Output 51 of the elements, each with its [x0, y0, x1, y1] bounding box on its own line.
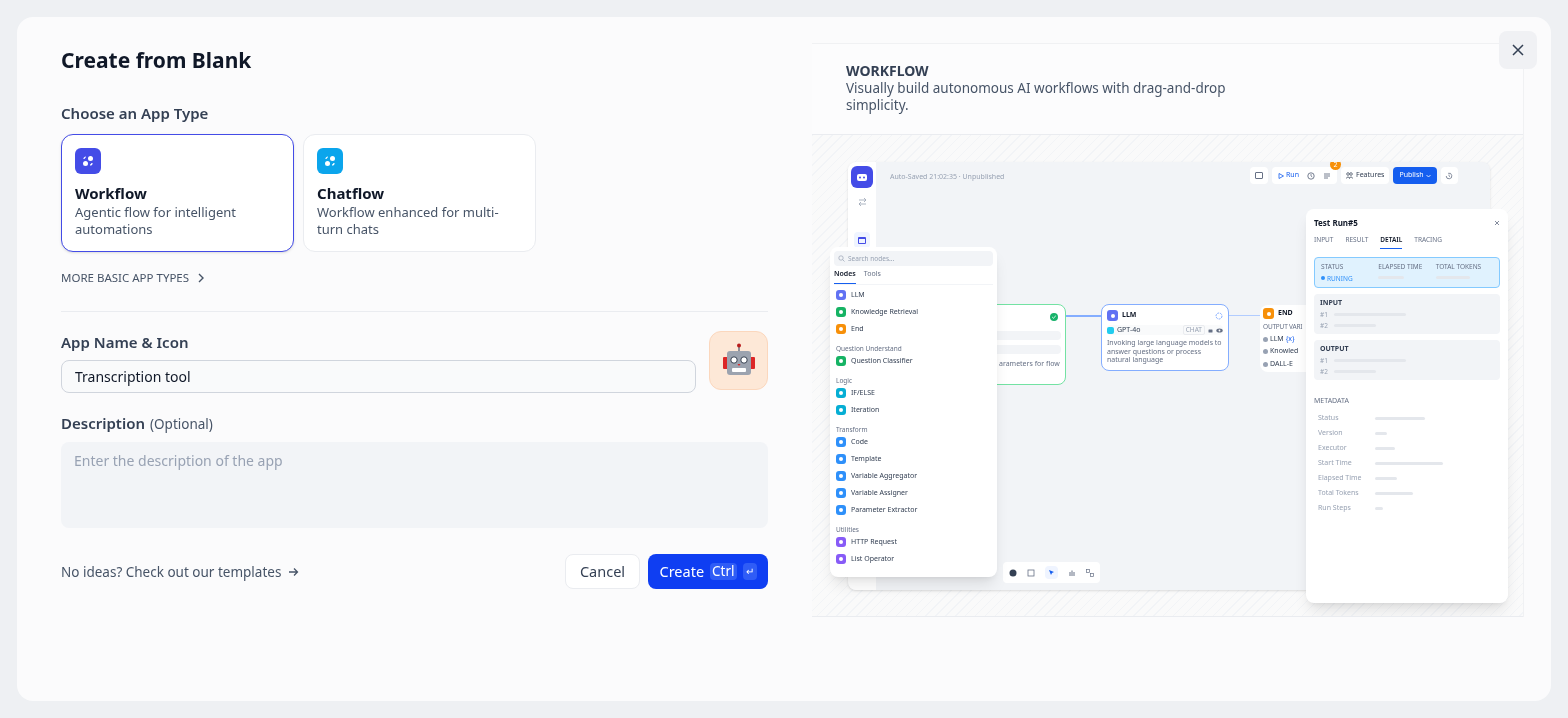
play-icon: [1278, 172, 1284, 179]
restore-icon[interactable]: [1440, 167, 1458, 184]
create-button[interactable]: Create Ctrl ↵: [648, 554, 768, 590]
app-type-description: Workflow enhanced for multi-turn chats: [317, 204, 500, 238]
window-icon[interactable]: [854, 232, 870, 248]
close-icon[interactable]: [1494, 220, 1500, 226]
output-icon: [1263, 349, 1268, 354]
app-icon-picker[interactable]: [709, 331, 768, 390]
users-icon: [1346, 172, 1353, 179]
close-icon: [1511, 43, 1525, 57]
history-icon[interactable]: [1307, 171, 1315, 180]
caret-icon: [1425, 173, 1431, 178]
description-field[interactable]: Enter the description of the app: [61, 442, 768, 529]
connector-line: [1229, 315, 1260, 316]
enter-key: ↵: [742, 563, 757, 581]
shortcut-key: Ctrl: [710, 563, 737, 581]
llm-icon: [1107, 310, 1118, 321]
cancel-button[interactable]: Cancel: [565, 554, 640, 590]
app-name-field[interactable]: Transcription tool: [61, 360, 696, 393]
output-icon: [1263, 361, 1268, 367]
swap-icon[interactable]: [857, 198, 867, 206]
end-icon: [1263, 308, 1274, 319]
panel-title: Test Run#5: [1314, 217, 1358, 229]
field-label: App Name & Icon: [61, 332, 190, 352]
app-type-card[interactable]: Chatflow Workflow enhanced for multi-turn chats: [303, 134, 536, 252]
optional-hint: (Optional): [150, 414, 213, 435]
model-icon: [1107, 326, 1114, 334]
chevron-right-icon: [197, 273, 206, 283]
output-icon: [1263, 336, 1268, 342]
app-type-description: Agentic flow for intelligent automations: [75, 204, 237, 238]
preview-title: WORKFLOW: [846, 62, 930, 80]
field-label: Description: [61, 413, 145, 433]
app-icon: [851, 166, 873, 188]
check-icon: [1050, 313, 1058, 321]
dialog-title: Create from Blank: [61, 45, 253, 75]
search-icon: [838, 255, 845, 262]
templates-link[interactable]: No ideas? Check out our templates: [61, 561, 300, 582]
loading-icon: [1215, 311, 1223, 320]
checklist-icon[interactable]: [1323, 171, 1331, 180]
app-type-name: Workflow: [75, 183, 148, 203]
app-type-name: Chatflow: [317, 183, 386, 203]
layout-icon[interactable]: [1086, 568, 1094, 577]
arrow-right-icon: [288, 566, 300, 577]
pointer-icon[interactable]: [1045, 566, 1058, 579]
close-button[interactable]: [1499, 31, 1537, 69]
section-label: Choose an App Type: [61, 103, 210, 123]
layout-icon[interactable]: [1250, 167, 1268, 184]
more-app-types-link[interactable]: MORE BASIC APP TYPES: [61, 270, 768, 286]
lock-icon: [1208, 327, 1213, 333]
app-type-card[interactable]: Workflow Agentic flow for intelligent automations: [61, 134, 294, 252]
preview-description: Visually build autonomous AI workflows with drag-and-drop simplicity.: [846, 80, 1227, 114]
